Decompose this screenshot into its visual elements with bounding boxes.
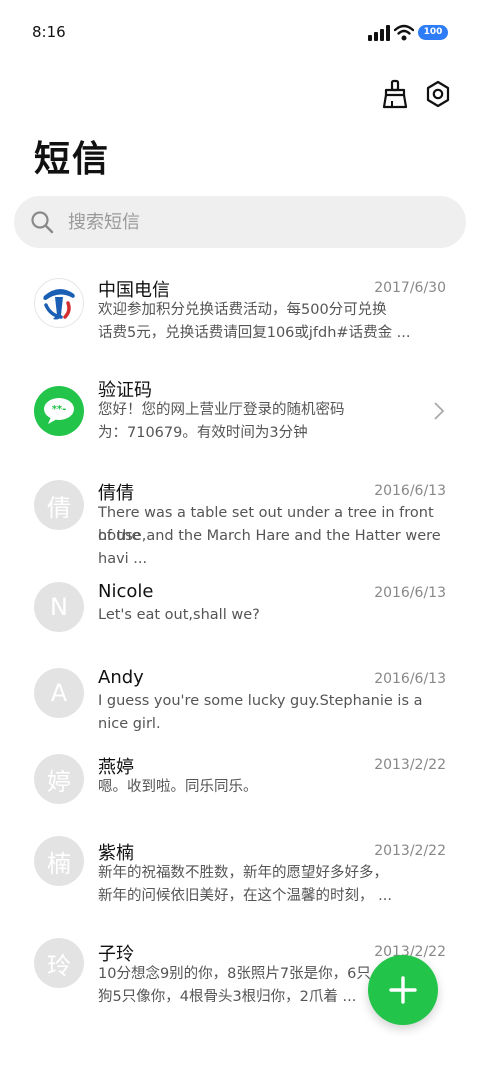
search-icon	[31, 211, 54, 234]
message-preview-line: 新年的祝福数不胜数，新年的愿望好多好多，	[98, 865, 388, 881]
chevron-right-icon	[434, 402, 445, 420]
clean-button[interactable]	[376, 76, 412, 112]
search-bar[interactable]	[14, 196, 466, 248]
search-input[interactable]	[68, 196, 448, 248]
message-item[interactable]: 婷 燕婷 2013/2/22 嗯。收到啦。同乐同乐。	[0, 740, 480, 826]
wifi-icon	[394, 24, 414, 41]
settings-button[interactable]	[420, 76, 456, 112]
message-preview-line: 嗯。收到啦。同乐同乐。	[98, 779, 258, 795]
contact-avatar: 玲	[34, 938, 84, 988]
contact-avatar: 倩	[34, 480, 84, 530]
message-date: 2016/6/13	[374, 585, 446, 601]
message-date: 2013/2/22	[374, 757, 446, 773]
message-preview-line: 新年的问候依旧美好，在这个温馨的时刻， ...	[98, 888, 392, 904]
telecom-logo-icon	[43, 288, 75, 320]
telecom-logo-avatar	[34, 278, 84, 328]
message-preview-line: Let's eat out,shall we?	[98, 607, 260, 623]
message-preview-line: 为：710679。有效时间为3分钟	[98, 425, 308, 441]
message-item[interactable]: N Nicole 2016/6/13 Let's eat out,shall w…	[0, 568, 480, 654]
broom-icon	[382, 79, 408, 109]
sender-name: Andy	[98, 667, 144, 688]
contact-avatar: A	[34, 668, 84, 718]
message-date: 2017/6/30	[374, 280, 446, 296]
message-date: 2013/2/22	[374, 843, 446, 859]
page-title: 短信	[34, 138, 111, 180]
message-item[interactable]: 楠 紫楠 2013/2/22 新年的祝福数不胜数，新年的愿望好多好多， 新年的问…	[0, 826, 480, 928]
message-preview-line: 欢迎参加积分兑换话费活动，每500分可兑换	[98, 302, 387, 318]
message-date: 2016/6/13	[374, 483, 446, 499]
message-preview-line: 您好！您的网上营业厅登录的随机密码	[98, 402, 345, 418]
battery-indicator: 100	[418, 25, 448, 40]
status-time: 8:16	[32, 23, 66, 41]
message-preview-line: I guess you're some lucky guy.Stephanie …	[98, 693, 423, 732]
message-date: 2016/6/13	[374, 671, 446, 687]
message-item[interactable]: **- 验证码 您好！您的网上营业厅登录的随机密码 为：710679。有效时间为…	[0, 366, 480, 466]
chat-avatar: **-	[34, 386, 84, 436]
svg-text:**-: **-	[52, 404, 67, 415]
message-item[interactable]: 倩 倩倩 2016/6/13 There was a table set out…	[0, 466, 480, 568]
contact-avatar: N	[34, 582, 84, 632]
signal-icon	[368, 25, 390, 41]
message-preview-line: house,and the March Hare and the Hatter …	[98, 528, 441, 567]
new-message-button[interactable]	[368, 955, 438, 1025]
plus-icon	[389, 976, 417, 1004]
message-item[interactable]: 中国电信 2017/6/30 欢迎参加积分兑换话费活动，每500分可兑换 话费5…	[0, 266, 480, 366]
chat-bubble-icon: **-	[44, 398, 74, 424]
message-preview-line: 话费5元，兑换话费请回复106或jfdh#话费金 ...	[98, 325, 411, 341]
sender-name: Nicole	[98, 581, 154, 602]
contact-avatar: 婷	[34, 754, 84, 804]
message-item[interactable]: A Andy 2016/6/13 I guess you're some luc…	[0, 654, 480, 740]
status-bar: 8:16 100	[0, 0, 480, 64]
gear-icon	[426, 80, 450, 108]
contact-avatar: 楠	[34, 836, 84, 886]
